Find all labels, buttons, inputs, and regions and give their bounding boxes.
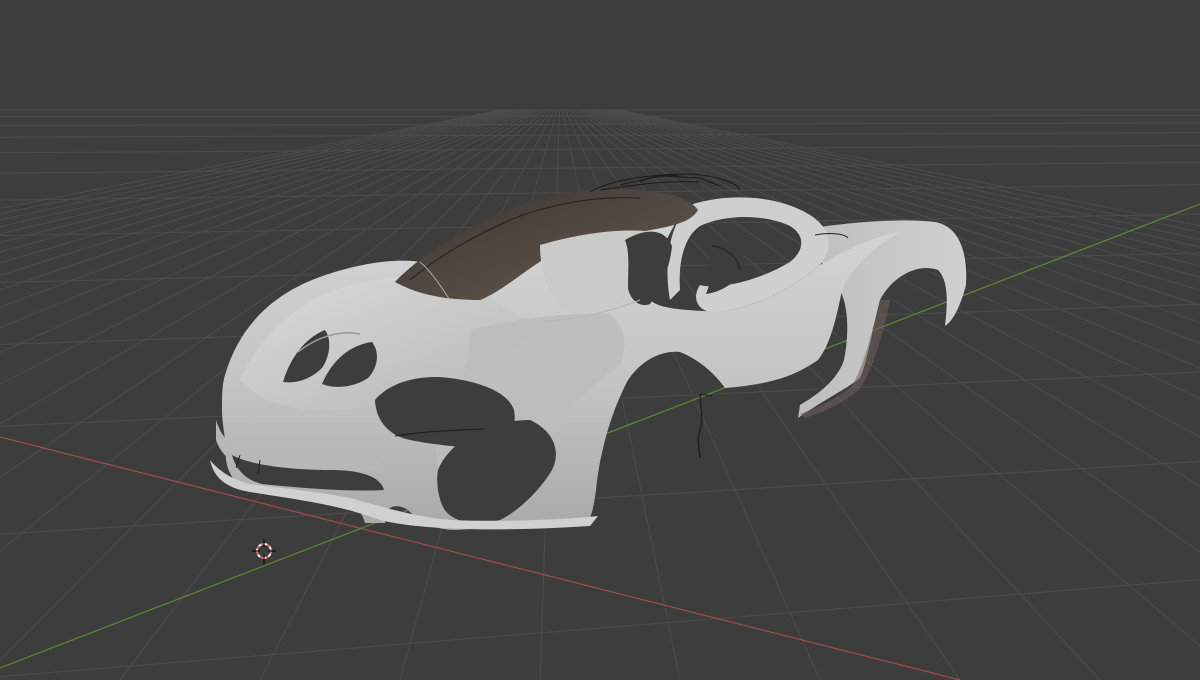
3d-viewport[interactable] bbox=[0, 0, 1200, 680]
3d-cursor-icon[interactable] bbox=[252, 539, 276, 565]
viewport-canvas[interactable] bbox=[0, 0, 1200, 680]
grid-line bbox=[0, 578, 1200, 678]
grid-line bbox=[0, 115, 1200, 118]
grid-line bbox=[0, 122, 1200, 127]
grid-line bbox=[0, 161, 1200, 174]
grid-line bbox=[0, 460, 1200, 535]
grid-line bbox=[0, 132, 1200, 138]
grid-line bbox=[0, 144, 1200, 154]
car-body-mesh[interactable] bbox=[210, 173, 967, 530]
